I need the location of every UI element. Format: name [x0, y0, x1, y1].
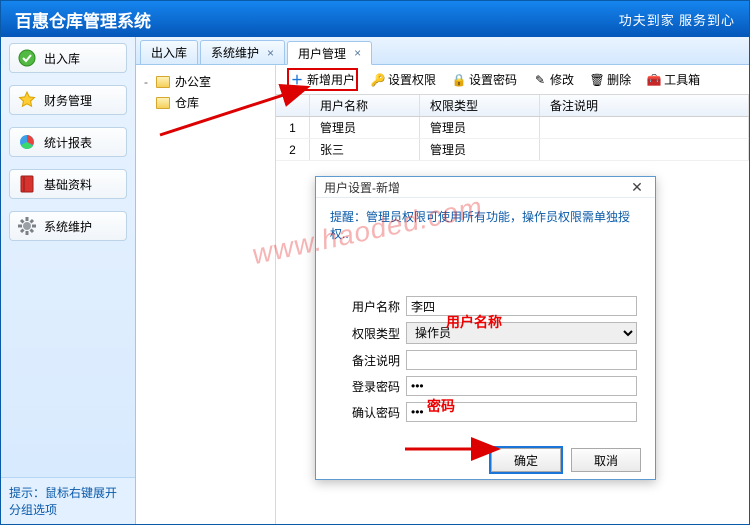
tab-stock[interactable]: 出入库: [140, 40, 198, 64]
sidebar-item-stock[interactable]: 出入库: [9, 43, 127, 73]
app-title: 百惠仓库管理系统: [15, 7, 151, 32]
note-input[interactable]: [406, 350, 637, 370]
edit-button[interactable]: ✎修改: [533, 71, 574, 88]
toolbar: ＋新增用户 🔑设置权限 🔒设置密码 ✎修改 🗑删除 🧰工具箱: [276, 65, 749, 95]
sidebar-item-label: 统计报表: [44, 134, 92, 151]
role-label: 权限类型: [334, 325, 400, 342]
sidebar-item-label: 系统维护: [44, 218, 92, 235]
pencil-icon: ✎: [533, 73, 547, 87]
star-icon: [18, 91, 36, 109]
confirm-password-label: 确认密码: [334, 404, 400, 421]
tree-panel: -办公室 仓库: [136, 65, 276, 524]
toolbox-button[interactable]: 🧰工具箱: [647, 71, 700, 88]
sidebar-item-system[interactable]: 系统维护: [9, 211, 127, 241]
sidebar-item-report[interactable]: 统计报表: [9, 127, 127, 157]
user-settings-dialog: 用户设置-新增 ✕ 提醒：管理员权限可使用所有功能，操作员权限需单独授权.. 用…: [315, 176, 656, 480]
close-icon[interactable]: ×: [267, 46, 274, 60]
set-password-button[interactable]: 🔒设置密码: [452, 71, 517, 88]
sidebar-item-label: 基础资料: [44, 176, 92, 193]
sidebar-footer-hint: 提示：鼠标右键展开分组选项: [1, 477, 135, 524]
username-label: 用户名称: [334, 298, 400, 315]
gear-icon: [18, 217, 36, 235]
note-label: 备注说明: [334, 352, 400, 369]
sidebar-item-finance[interactable]: 财务管理: [9, 85, 127, 115]
book-icon: [18, 175, 36, 193]
password-label: 登录密码: [334, 378, 400, 395]
delete-button[interactable]: 🗑删除: [590, 71, 631, 88]
folder-icon: [156, 76, 170, 88]
trash-icon: 🗑: [590, 73, 604, 87]
tab-system[interactable]: 系统维护×: [200, 40, 285, 64]
close-icon[interactable]: ×: [354, 46, 361, 60]
tab-bar: 出入库 系统维护× 用户管理×: [136, 37, 749, 65]
table-row[interactable]: 2 张三 管理员: [276, 139, 749, 161]
sidebar-item-label: 出入库: [44, 50, 80, 67]
lock-icon: 🔒: [452, 73, 466, 87]
dialog-hint: 提醒：管理员权限可使用所有功能，操作员权限需单独授权..: [316, 198, 655, 246]
folder-icon: [156, 97, 170, 109]
ok-button[interactable]: 确定: [491, 448, 561, 472]
add-user-button[interactable]: ＋新增用户: [290, 71, 355, 88]
table-row[interactable]: 1 管理员 管理员: [276, 117, 749, 139]
title-bar: 百惠仓库管理系统 功夫到家 服务到心: [1, 1, 749, 37]
confirm-password-input[interactable]: [406, 402, 637, 422]
check-circle-icon: [18, 49, 36, 67]
toolbox-icon: 🧰: [647, 73, 661, 87]
table-header: 用户名称 权限类型 备注说明: [276, 95, 749, 117]
dialog-title: 用户设置-新增: [324, 179, 400, 196]
sidebar-item-label: 财务管理: [44, 92, 92, 109]
tree-item-office[interactable]: -办公室: [140, 71, 271, 92]
sidebar-item-base[interactable]: 基础资料: [9, 169, 127, 199]
set-permission-button[interactable]: 🔑设置权限: [371, 71, 436, 88]
plus-icon: ＋: [290, 73, 304, 87]
sidebar: 出入库 财务管理 统计报表 基础资料 系统维护 提示：鼠标右键展开分组选项: [1, 37, 136, 524]
dialog-titlebar: 用户设置-新增 ✕: [316, 177, 655, 198]
close-icon[interactable]: ✕: [627, 177, 647, 197]
app-slogan: 功夫到家 服务到心: [619, 10, 735, 29]
chart-pie-icon: [18, 133, 36, 151]
password-input[interactable]: [406, 376, 637, 396]
key-icon: 🔑: [371, 73, 385, 87]
tree-item-warehouse[interactable]: 仓库: [140, 92, 271, 113]
cancel-button[interactable]: 取消: [571, 448, 641, 472]
username-input[interactable]: [406, 296, 637, 316]
role-select[interactable]: 操作员: [406, 322, 637, 344]
collapse-icon[interactable]: -: [144, 75, 154, 89]
tab-users[interactable]: 用户管理×: [287, 41, 372, 65]
